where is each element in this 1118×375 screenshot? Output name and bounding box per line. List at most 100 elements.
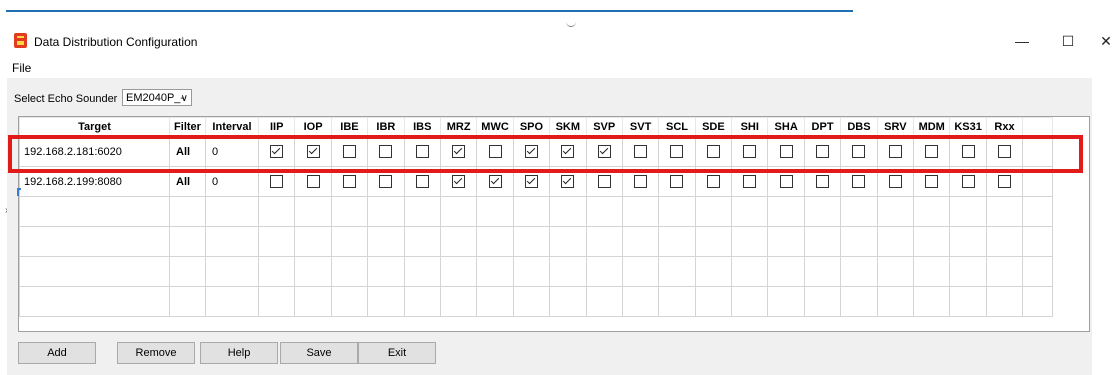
empty-cell [767,226,805,257]
table-row[interactable]: 192.168.2.181:6020 All 0 [19,136,1054,167]
maximize-button[interactable]: ☐ [1056,30,1080,52]
svt-checkbox[interactable] [634,175,648,188]
empty-row[interactable] [19,256,1054,287]
close-button[interactable]: ✕ [1094,30,1118,52]
iip-checkbox[interactable] [270,175,284,188]
target-cell[interactable]: 192.168.2.181:6020 [19,136,170,167]
sha-checkbox[interactable] [779,175,793,188]
minimize-button[interactable]: — [1010,30,1034,52]
col-header-srv[interactable]: SRV [876,117,915,137]
srv-checkbox[interactable] [888,175,902,188]
sha-checkbox[interactable] [779,145,793,158]
ibs-checkbox[interactable] [415,145,429,158]
shi-checkbox[interactable] [743,145,757,158]
scl-checkbox[interactable] [670,175,684,188]
interval-cell[interactable]: 0 [205,136,259,167]
col-header-iip[interactable]: IIP [257,117,296,137]
svt-checkbox[interactable] [634,145,648,158]
col-header-sde[interactable]: SDE [694,117,733,137]
mwc-checkbox[interactable] [488,175,502,188]
col-header-target[interactable]: Target [19,117,170,137]
col-header-skm[interactable]: SKM [549,117,587,137]
col-header-iop[interactable]: IOP [294,117,332,137]
skm-checkbox[interactable] [561,145,575,158]
empty-cell [549,196,587,227]
add-button[interactable]: Add [18,342,96,364]
col-header-ks31[interactable]: KS31 [949,117,987,137]
rxx-checkbox[interactable] [998,145,1011,158]
dbs-checkbox[interactable] [852,145,866,158]
mdm-checkbox[interactable] [925,175,939,188]
menu-file[interactable]: File [12,61,31,75]
echo-sounder-value: EM2040P_- [126,92,185,104]
empty-cell [257,286,296,317]
col-header-svt[interactable]: SVT [621,117,660,137]
help-button[interactable]: Help [200,342,278,364]
dbs-checkbox[interactable] [852,175,866,188]
col-header-ibe[interactable]: IBE [330,117,369,137]
empty-cell [731,196,769,227]
sde-checkbox[interactable] [706,145,720,158]
dpt-checkbox[interactable] [816,175,830,188]
col-header-shi[interactable]: SHI [731,117,769,137]
ks31-checkbox[interactable] [961,175,975,188]
table-row[interactable]: 192.168.2.199:8080 All 0 [19,166,1054,197]
empty-cell [985,256,1024,287]
mrz-checkbox[interactable] [452,145,466,158]
empty-cell [585,286,623,317]
filter-cell[interactable]: All [169,166,206,197]
iip-checkbox[interactable] [270,145,284,158]
col-header-svp[interactable]: SVP [585,117,623,137]
empty-row[interactable] [19,196,1054,227]
col-header-dpt[interactable]: DPT [803,117,842,137]
skm-checkbox[interactable] [561,175,575,188]
ibr-checkbox[interactable] [379,175,393,188]
iop-checkbox[interactable] [306,145,320,158]
cell-iip [257,136,296,167]
col-header-scl[interactable]: SCL [658,117,696,137]
empty-cell [476,226,514,257]
col-header-interval[interactable]: Interval [205,117,259,137]
save-button[interactable]: Save [280,342,358,364]
col-header-ibr[interactable]: IBR [367,117,405,137]
col-header-spo[interactable]: SPO [512,117,551,137]
dpt-checkbox[interactable] [816,145,830,158]
ibr-checkbox[interactable] [379,145,393,158]
srv-checkbox[interactable] [888,145,902,158]
col-header-mdm[interactable]: MDM [913,117,951,137]
empty-row[interactable] [19,226,1054,257]
svp-checkbox[interactable] [597,175,611,188]
ks31-checkbox[interactable] [961,145,975,158]
col-header-ibs[interactable]: IBS [403,117,441,137]
spo-checkbox[interactable] [524,175,538,188]
cell-spo [512,136,551,167]
col-header-mwc[interactable]: MWC [476,117,514,137]
mwc-checkbox[interactable] [488,145,502,158]
spo-checkbox[interactable] [524,145,538,158]
sde-checkbox[interactable] [706,175,720,188]
cell-mdm [913,136,951,167]
svp-checkbox[interactable] [597,145,611,158]
remove-button[interactable]: Remove [117,342,195,364]
col-header-mrz[interactable]: MRZ [439,117,478,137]
shi-checkbox[interactable] [743,175,757,188]
target-cell[interactable]: 192.168.2.199:8080 [19,166,170,197]
col-header-sha[interactable]: SHA [767,117,805,137]
col-header-rxx[interactable]: Rxx [985,117,1024,137]
iop-checkbox[interactable] [306,175,320,188]
ibe-checkbox[interactable] [342,175,356,188]
mdm-checkbox[interactable] [925,145,939,158]
filter-cell[interactable]: All [169,136,206,167]
col-header-filter[interactable]: Filter [169,117,206,137]
rxx-checkbox[interactable] [998,175,1011,188]
empty-cell [512,256,551,287]
scl-checkbox[interactable] [670,145,684,158]
interval-cell[interactable]: 0 [205,166,259,197]
empty-row[interactable] [19,286,1054,317]
ibe-checkbox[interactable] [342,145,356,158]
col-header-dbs[interactable]: DBS [840,117,878,137]
exit-button[interactable]: Exit [358,342,436,364]
mrz-checkbox[interactable] [452,175,466,188]
ibs-checkbox[interactable] [415,175,429,188]
echo-sounder-select[interactable]: EM2040P_- ∨ [122,89,192,106]
